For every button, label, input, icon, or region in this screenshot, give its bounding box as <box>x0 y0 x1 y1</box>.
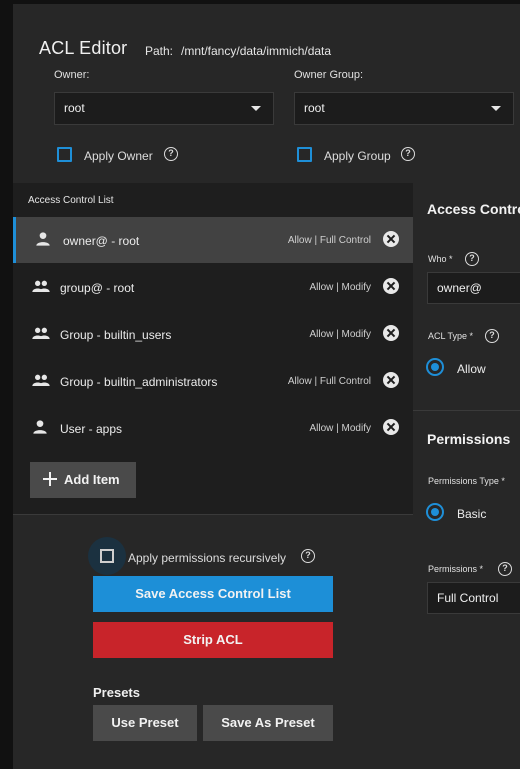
acl-item-name: Group - builtin_administrators <box>60 375 218 389</box>
acl-item-permission: Allow | Modify <box>309 282 371 293</box>
acl-list-item[interactable]: group@ - root Allow | Modify <box>13 264 413 310</box>
help-icon[interactable]: ? <box>465 252 479 266</box>
owner-select-value: root <box>64 101 85 115</box>
owner-group-label: Owner Group: <box>294 69 364 81</box>
acl-type-allow-label: Allow <box>457 362 486 376</box>
acl-list-item[interactable]: User - apps Allow | Modify <box>13 405 413 451</box>
acl-type-allow-radio[interactable] <box>426 358 444 376</box>
presets-title: Presets <box>93 685 140 700</box>
acl-list-header: Access Control List <box>28 195 114 206</box>
group-icon <box>32 280 50 292</box>
owner-group-select[interactable]: root <box>294 92 514 125</box>
permissions-label: Permissions * <box>428 564 484 574</box>
permissions-type-basic-radio[interactable] <box>426 503 444 521</box>
entry-section-title: Access Contro <box>427 201 520 217</box>
save-acl-button[interactable]: Save Access Control List <box>93 576 333 612</box>
remove-item-icon[interactable] <box>383 372 399 388</box>
divider <box>13 514 413 515</box>
owner-label: Owner: <box>54 69 90 81</box>
help-icon[interactable]: ? <box>498 562 512 576</box>
apply-owner-checkbox[interactable] <box>57 147 72 162</box>
path-label: Path: <box>145 44 174 58</box>
permissions-select[interactable]: Full Control <box>427 582 520 614</box>
dropdown-arrow-icon <box>251 106 261 111</box>
group-icon <box>32 374 50 386</box>
strip-acl-button[interactable]: Strip ACL <box>93 622 333 658</box>
remove-item-icon[interactable] <box>383 325 399 341</box>
add-item-button[interactable]: Add Item <box>30 462 136 498</box>
acl-item-name: group@ - root <box>60 281 135 295</box>
divider <box>413 410 520 411</box>
permissions-type-basic-label: Basic <box>457 507 487 521</box>
user-icon <box>36 232 50 246</box>
save-as-preset-button[interactable]: Save As Preset <box>203 705 333 741</box>
permissions-title: Permissions <box>427 431 511 447</box>
apply-group-label: Apply Group <box>324 149 391 163</box>
plus-icon <box>43 472 57 486</box>
help-icon[interactable]: ? <box>164 147 178 161</box>
path-value: /mnt/fancy/data/immich/data <box>181 44 332 58</box>
acl-list-item[interactable]: owner@ - root Allow | Full Control <box>13 217 413 263</box>
acl-type-label: ACL Type * <box>428 331 474 341</box>
apply-owner-label: Apply Owner <box>84 149 153 163</box>
help-icon[interactable]: ? <box>301 549 315 563</box>
user-icon <box>33 420 47 434</box>
add-item-label: Add Item <box>64 472 120 487</box>
apply-recursively-label: Apply permissions recursively <box>128 551 287 565</box>
group-icon <box>32 327 50 339</box>
permissions-value: Full Control <box>437 591 499 605</box>
owner-select[interactable]: root <box>54 92 274 125</box>
remove-item-icon[interactable] <box>383 419 399 435</box>
acl-list-item[interactable]: Group - builtin_users Allow | Modify <box>13 311 413 357</box>
remove-item-icon[interactable] <box>383 278 399 294</box>
who-label: Who * <box>428 254 453 264</box>
help-icon[interactable]: ? <box>401 147 415 161</box>
acl-item-permission: Allow | Modify <box>309 329 371 340</box>
permissions-type-label: Permissions Type * <box>428 476 505 486</box>
page-title: ACL Editor <box>39 38 128 58</box>
owner-group-select-value: root <box>304 101 325 115</box>
acl-item-permission: Allow | Full Control <box>287 235 371 246</box>
apply-recursively-checkbox[interactable] <box>100 549 114 563</box>
who-value: owner@ <box>437 281 482 295</box>
remove-item-icon[interactable] <box>383 231 399 247</box>
dropdown-arrow-icon <box>491 106 501 111</box>
acl-item-name: User - apps <box>60 422 123 436</box>
acl-item-permission: Allow | Modify <box>309 423 371 434</box>
acl-item-name: Group - builtin_users <box>60 328 172 342</box>
help-icon[interactable]: ? <box>485 329 499 343</box>
use-preset-button[interactable]: Use Preset <box>93 705 197 741</box>
acl-list-item[interactable]: Group - builtin_administrators Allow | F… <box>13 358 413 404</box>
acl-item-name: owner@ - root <box>63 234 140 248</box>
apply-group-checkbox[interactable] <box>297 147 312 162</box>
who-select[interactable]: owner@ <box>427 272 520 304</box>
acl-item-permission: Allow | Full Control <box>287 376 371 387</box>
